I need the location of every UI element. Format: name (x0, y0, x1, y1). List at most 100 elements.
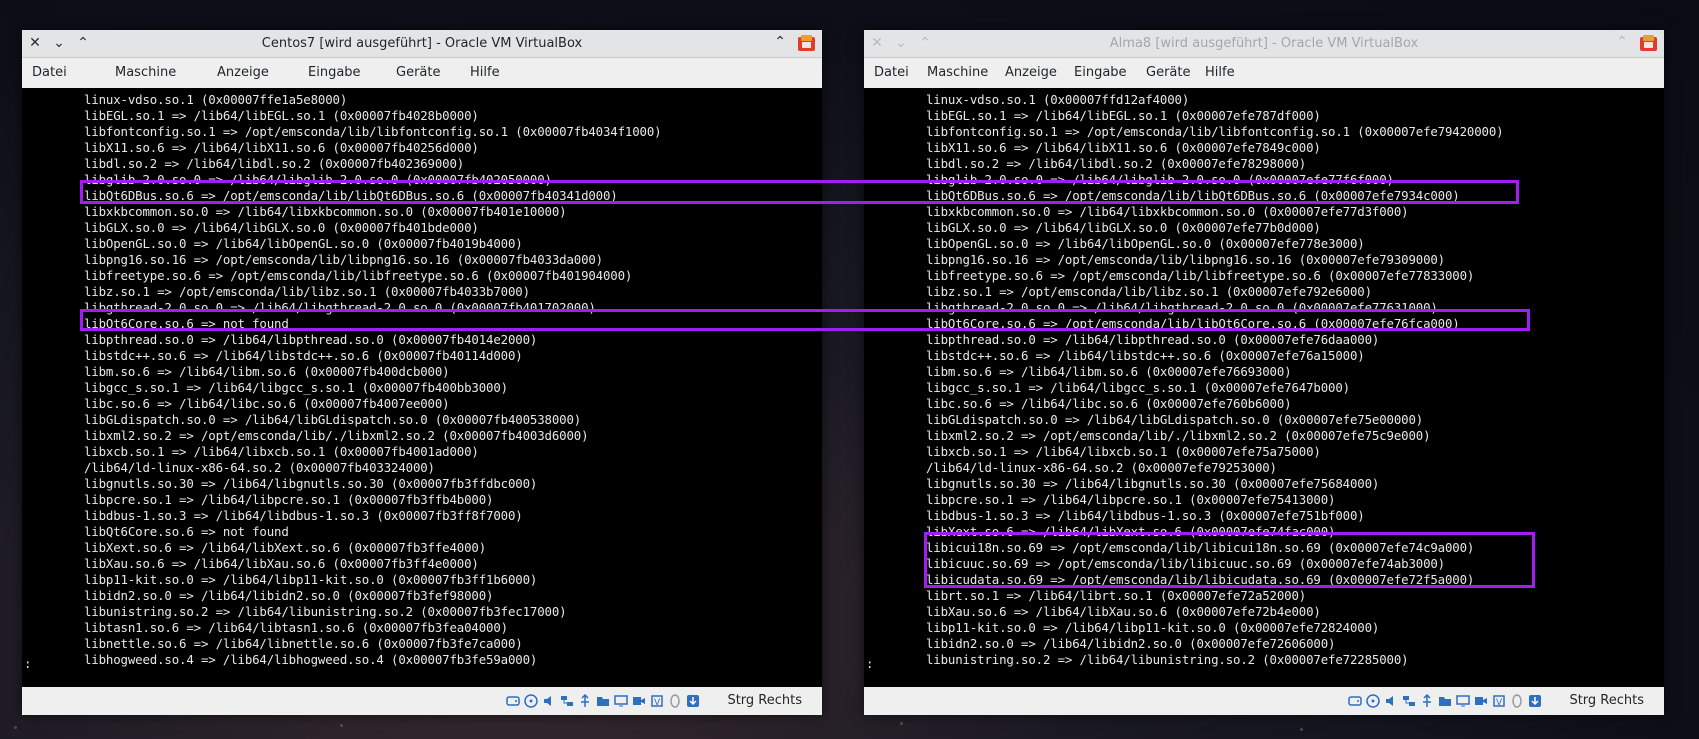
minimize-icon[interactable]: ⌄ (892, 34, 910, 52)
virtualbox-window-alma8[interactable]: ✕ ⌄ ⌃ Alma8 [wird ausgeführt] - Oracle V… (864, 30, 1664, 715)
host-key-arrow-icon[interactable] (1528, 694, 1542, 708)
terminal-line: libdl.so.2 => /lib64/libdl.so.2 (0x00007… (84, 156, 465, 171)
menu-datei[interactable]: Datei (32, 58, 67, 88)
video-capture-icon[interactable] (1474, 694, 1488, 708)
terminal-line: libpng16.so.16 => /opt/emsconda/lib/libp… (84, 252, 603, 267)
optical-disk-icon[interactable] (1366, 694, 1380, 708)
terminal-line: libGLX.so.0 => /lib64/libGLX.so.0 (0x000… (926, 220, 1321, 235)
display-icon[interactable] (614, 694, 628, 708)
terminal-line: libXext.so.6 => /lib64/libXext.so.6 (0x0… (84, 540, 487, 555)
virtualization-engine-icon[interactable]: V (1492, 694, 1506, 708)
terminal-line: libfreetype.so.6 => /opt/emsconda/lib/li… (926, 268, 1475, 283)
svg-text:V: V (1496, 698, 1503, 708)
menu-eingabe[interactable]: Eingabe (308, 58, 361, 88)
hard-disk-icon[interactable] (1348, 694, 1362, 708)
virtualbox-logo-icon (798, 35, 815, 51)
shared-folder-icon[interactable] (1438, 694, 1452, 708)
highlight-qt6dbus (80, 180, 1519, 204)
display-icon[interactable] (1456, 694, 1470, 708)
terminal-line: libxkbcommon.so.0 => /lib64/libxkbcommon… (84, 204, 567, 219)
terminal-line: libdbus-1.so.3 => /lib64/libdbus-1.so.3 … (84, 508, 523, 523)
terminal-line: libGLdispatch.so.0 => /lib64/libGLdispat… (84, 412, 582, 427)
terminal-line: libgcc_s.so.1 => /lib64/libgcc_s.so.1 (0… (84, 380, 508, 395)
pager-prompt: : (24, 656, 32, 671)
terminal-line: libunistring.so.2 => /lib64/libunistring… (926, 652, 1409, 667)
menubar: Datei Maschine Anzeige Eingabe Geräte Hi… (864, 58, 1664, 88)
menu-hilfe[interactable]: Hilfe (1205, 58, 1235, 88)
mouse-integration-icon[interactable] (1510, 694, 1524, 708)
terminal-line: libpthread.so.0 => /lib64/libpthread.so.… (926, 332, 1380, 347)
menu-datei[interactable]: Datei (874, 58, 909, 88)
usb-icon[interactable] (578, 694, 592, 708)
menu-hilfe[interactable]: Hilfe (470, 58, 500, 88)
terminal-line: libtasn1.so.6 => /lib64/libtasn1.so.6 (0… (84, 620, 508, 635)
host-key-arrow-icon[interactable] (686, 694, 700, 708)
virtualbox-window-centos7[interactable]: ✕ ⌄ ⌃ Centos7 [wird ausgeführt] - Oracle… (22, 30, 822, 715)
keep-above-icon[interactable]: ⌃ (774, 34, 786, 50)
terminal-line: libxkbcommon.so.0 => /lib64/libxkbcommon… (926, 204, 1409, 219)
mouse-integration-icon[interactable] (668, 694, 682, 708)
terminal-line: libc.so.6 => /lib64/libc.so.6 (0x00007ef… (926, 396, 1292, 411)
pager-prompt: : (866, 656, 874, 671)
window-title: Alma8 [wird ausgeführt] - Oracle VM Virt… (1109, 36, 1419, 51)
video-capture-icon[interactable] (632, 694, 646, 708)
terminal-line: libhogweed.so.4 => /lib64/libhogweed.so.… (84, 652, 538, 667)
close-icon[interactable]: ✕ (868, 34, 886, 52)
close-icon[interactable]: ✕ (26, 34, 44, 52)
terminal-line: libpcre.so.1 => /lib64/libpcre.so.1 (0x0… (926, 492, 1336, 507)
terminal-line: libstdc++.so.6 => /lib64/libstdc++.so.6 … (926, 348, 1365, 363)
usb-icon[interactable] (1420, 694, 1434, 708)
terminal-line: libnettle.so.6 => /lib64/libnettle.so.6 … (84, 636, 523, 651)
terminal-line: libm.so.6 => /lib64/libm.so.6 (0x00007ef… (926, 364, 1292, 379)
audio-icon[interactable] (542, 694, 556, 708)
terminal-line: linux-vdso.so.1 (0x00007ffe1a5e8000) (84, 92, 348, 107)
terminal-line: /lib64/ld-linux-x86-64.so.2 (0x00007fb40… (84, 460, 435, 475)
terminal-line: librt.so.1 => /lib64/librt.so.1 (0x00007… (926, 588, 1307, 603)
keep-above-icon[interactable]: ⌃ (1616, 34, 1628, 50)
terminal-line: linux-vdso.so.1 (0x00007ffd12af4000) (926, 92, 1190, 107)
maximize-icon[interactable]: ⌃ (916, 34, 934, 52)
minimize-icon[interactable]: ⌄ (50, 34, 68, 52)
hard-disk-icon[interactable] (506, 694, 520, 708)
svg-text:V: V (654, 698, 661, 708)
statusbar: Strg Rechts V (22, 687, 822, 715)
host-key-label: Strg Rechts (1569, 693, 1644, 708)
menu-maschine[interactable]: Maschine (115, 58, 176, 88)
terminal-line: libp11-kit.so.0 => /lib64/libp11-kit.so.… (926, 620, 1380, 635)
maximize-icon[interactable]: ⌃ (74, 34, 92, 52)
titlebar[interactable]: ✕ ⌄ ⌃ Alma8 [wird ausgeführt] - Oracle V… (864, 30, 1664, 58)
audio-icon[interactable] (1384, 694, 1398, 708)
terminal-line: libxml2.so.2 => /opt/emsconda/lib/./libx… (84, 428, 589, 443)
terminal-line: libidn2.so.0 => /lib64/libidn2.so.0 (0x0… (926, 636, 1336, 651)
menu-maschine[interactable]: Maschine (927, 58, 988, 88)
titlebar[interactable]: ✕ ⌄ ⌃ Centos7 [wird ausgeführt] - Oracle… (22, 30, 822, 58)
menubar: Datei Maschine Anzeige Eingabe Geräte Hi… (22, 58, 822, 88)
network-icon[interactable] (560, 694, 574, 708)
window-title: Centos7 [wird ausgeführt] - Oracle VM Vi… (261, 36, 583, 51)
terminal-line: libQt6Core.so.6 => not found (84, 524, 289, 539)
menu-eingabe[interactable]: Eingabe (1074, 58, 1127, 88)
menu-geraete[interactable]: Geräte (1146, 58, 1190, 88)
host-key-label: Strg Rechts (727, 693, 802, 708)
shared-folder-icon[interactable] (596, 694, 610, 708)
menu-anzeige[interactable]: Anzeige (1005, 58, 1057, 88)
terminal-line: libOpenGL.so.0 => /lib64/libOpenGL.so.0 … (84, 236, 523, 251)
highlight-icu-libs (924, 532, 1535, 588)
optical-disk-icon[interactable] (524, 694, 538, 708)
menu-anzeige[interactable]: Anzeige (217, 58, 269, 88)
terminal-line: libz.so.1 => /opt/emsconda/lib/libz.so.1… (926, 284, 1372, 299)
terminal-line: libpcre.so.1 => /lib64/libpcre.so.1 (0x0… (84, 492, 494, 507)
terminal-line: libp11-kit.so.0 => /lib64/libp11-kit.so.… (84, 572, 538, 587)
menu-geraete[interactable]: Geräte (396, 58, 440, 88)
terminal-line: libgnutls.so.30 => /lib64/libgnutls.so.3… (926, 476, 1380, 491)
terminal-line: libm.so.6 => /lib64/libm.so.6 (0x00007fb… (84, 364, 450, 379)
vm-console[interactable]: : linux-vdso.so.1 (0x00007ffd12af4000) li… (864, 88, 1664, 687)
terminal-line: libgcc_s.so.1 => /lib64/libgcc_s.so.1 (0… (926, 380, 1350, 395)
vm-console[interactable]: : linux-vdso.so.1 (0x00007ffe1a5e8000) li… (22, 88, 822, 687)
network-icon[interactable] (1402, 694, 1416, 708)
terminal-line: libXau.so.6 => /lib64/libXau.so.6 (0x000… (926, 604, 1321, 619)
terminal-line: libOpenGL.so.0 => /lib64/libOpenGL.so.0 … (926, 236, 1365, 251)
terminal-line: libEGL.so.1 => /lib64/libEGL.so.1 (0x000… (926, 108, 1321, 123)
terminal-line: libgnutls.so.30 => /lib64/libgnutls.so.3… (84, 476, 538, 491)
virtualization-engine-icon[interactable]: V (650, 694, 664, 708)
